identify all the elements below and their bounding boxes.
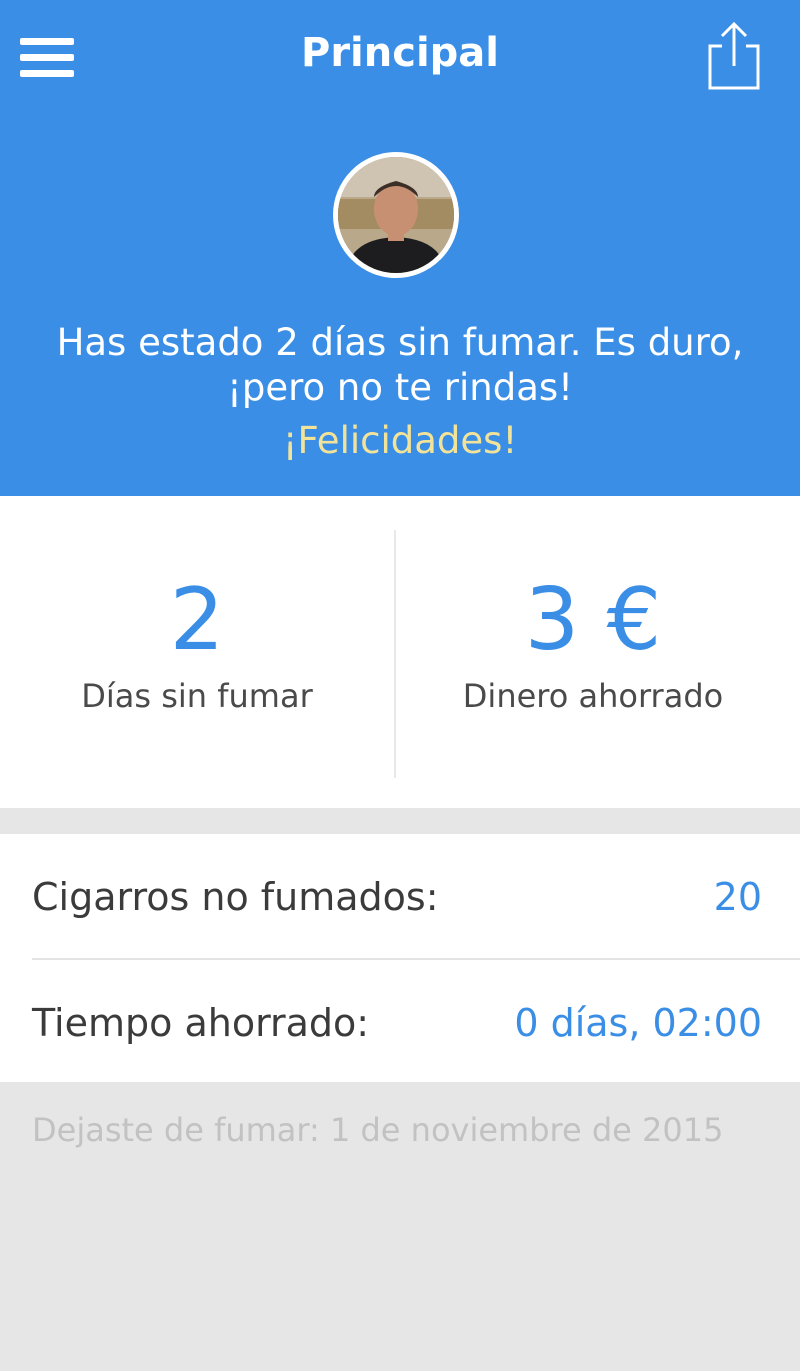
days-stat: 2 Días sin fumar (0, 496, 394, 808)
stats-panel: 2 Días sin fumar 3 € Dinero ahorrado (0, 496, 800, 808)
days-value: 2 (169, 570, 225, 670)
time-value: 0 días, 02:00 (514, 1001, 762, 1045)
quit-date-note: Dejaste de fumar: 1 de noviembre de 2015 (32, 1111, 724, 1149)
money-value: 3 € (524, 570, 662, 670)
cigarettes-value: 20 (713, 875, 762, 919)
time-label: Tiempo ahorrado: (32, 1001, 370, 1045)
motivation-message: Has estado 2 días sin fumar. Es duro, ¡p… (56, 321, 744, 409)
details-list: Cigarros no fumados: 20 Tiempo ahorrado:… (0, 834, 800, 1082)
hero-header: Principal Has estado 2 días sin fumar. E… (0, 0, 800, 496)
congrats-message: ¡Felicidades! (282, 419, 518, 462)
page-title: Principal (301, 30, 499, 76)
main-screen: Principal Has estado 2 días sin fumar. E… (0, 0, 800, 1371)
list-item-cigarettes: Cigarros no fumados: 20 (0, 834, 800, 958)
money-stat: 3 € Dinero ahorrado (396, 496, 790, 808)
list-item-time: Tiempo ahorrado: 0 días, 02:00 (0, 960, 800, 1084)
money-label: Dinero ahorrado (462, 677, 724, 715)
share-icon[interactable] (700, 18, 764, 92)
avatar[interactable] (333, 152, 459, 278)
days-label: Días sin fumar (81, 677, 313, 715)
cigarettes-label: Cigarros no fumados: (32, 875, 439, 919)
